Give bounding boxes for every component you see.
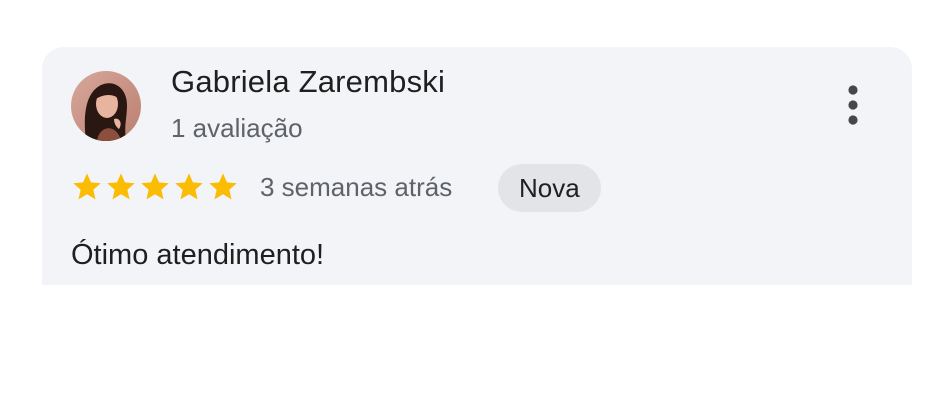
avatar[interactable]: [71, 71, 141, 141]
more-vert-icon: [848, 85, 858, 125]
review-count: 1 avaliação: [171, 113, 303, 143]
star-icon: [141, 173, 169, 200]
more-options-button[interactable]: [835, 80, 871, 130]
star-icon: [73, 173, 101, 200]
review-card: Gabriela Zarembski 1 avaliação 3 semanas…: [42, 47, 912, 285]
author-name[interactable]: Gabriela Zarembski: [171, 64, 445, 100]
star-icon: [209, 173, 237, 200]
star-icon: [107, 173, 135, 200]
profile-photo-icon: [71, 71, 141, 141]
star-icon: [175, 173, 203, 200]
review-date: 3 semanas atrás: [260, 172, 453, 202]
star-rating: [71, 171, 241, 203]
review-text: Ótimo atendimento!: [71, 239, 325, 271]
new-badge: Nova: [498, 164, 601, 212]
